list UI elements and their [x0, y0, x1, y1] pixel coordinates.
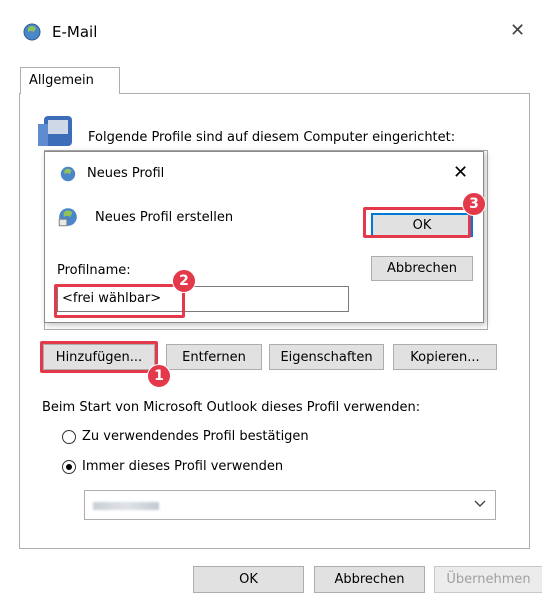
dialog-close-button[interactable]: ✕ [453, 162, 468, 183]
copy-profile-button[interactable]: Kopieren... [393, 344, 497, 370]
copy-profile-label: Kopieren... [410, 349, 480, 365]
tab-allgemein[interactable]: Allgemein [20, 67, 120, 94]
window-title: E-Mail [52, 23, 98, 41]
dialog-description: Neues Profil erstellen [95, 210, 234, 225]
mail-app-icon [22, 22, 42, 42]
highlight-add-button [40, 341, 158, 373]
dialog-cancel-label: Abbrechen [386, 261, 458, 276]
ok-button[interactable]: OK [193, 566, 304, 593]
mailbox-icon [36, 112, 76, 150]
new-profile-icon [57, 206, 79, 228]
apply-button[interactable]: Übernehmen [434, 566, 542, 593]
cancel-button[interactable]: Abbrechen [314, 566, 425, 593]
apply-label: Übernehmen [446, 572, 531, 587]
ok-label: OK [239, 572, 258, 587]
dialog-title: Neues Profil [87, 166, 165, 181]
remove-profile-label: Entfernen [182, 349, 246, 365]
cancel-label: Abbrechen [334, 572, 405, 587]
startup-heading: Beim Start von Microsoft Outlook dieses … [42, 400, 421, 415]
confirm-profile-label[interactable]: Zu verwendendes Profil bestätigen [82, 429, 309, 444]
tab-allgemein-label: Allgemein [29, 73, 94, 88]
highlight-dialog-ok [363, 207, 471, 238]
always-profile-label[interactable]: Immer dieses Profil verwenden [82, 459, 283, 474]
window-close-button[interactable]: ✕ [510, 20, 525, 41]
highlight-profile-name [54, 284, 185, 318]
step-badge-3: 3 [462, 192, 486, 216]
dialog-mail-icon [59, 165, 77, 183]
profile-name-label: Profilname: [57, 263, 131, 278]
profile-select[interactable] [84, 490, 496, 520]
confirm-profile-radio[interactable] [62, 430, 76, 444]
profiles-heading: Folgende Profile sind auf diesem Compute… [88, 130, 456, 145]
step-badge-2: 2 [172, 269, 196, 293]
chevron-down-icon [473, 496, 487, 510]
window-title-bar: E-Mail ✕ [0, 0, 542, 60]
blurred-profile-name [93, 502, 159, 510]
step-badge-1: 1 [147, 364, 171, 388]
properties-label: Eigenschaften [280, 349, 373, 365]
remove-profile-button[interactable]: Entfernen [166, 344, 262, 370]
dialog-cancel-button[interactable]: Abbrechen [371, 256, 473, 281]
always-profile-radio[interactable] [62, 460, 76, 474]
properties-button[interactable]: Eigenschaften [269, 344, 384, 370]
